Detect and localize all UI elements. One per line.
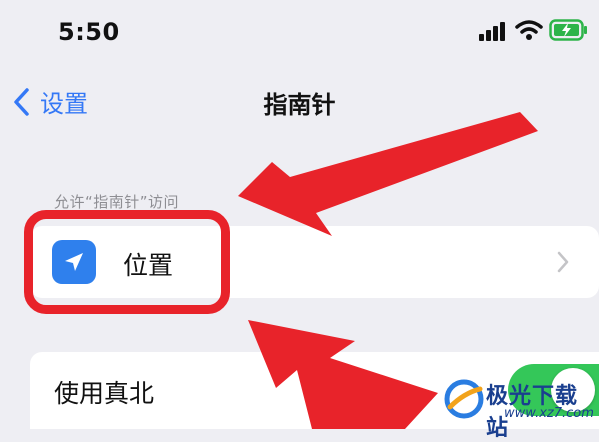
watermark-logo-icon — [444, 379, 484, 419]
status-bar: 5:50 — [0, 0, 599, 62]
upper-arrow — [238, 112, 538, 236]
location-row[interactable]: 位置 — [30, 226, 599, 298]
location-arrow-icon — [52, 240, 96, 284]
battery-charging-icon — [549, 19, 587, 41]
location-label: 位置 — [123, 251, 174, 280]
navigation-bar: 设置 指南针 — [0, 80, 599, 125]
watermark-url: www.xz7.com — [504, 406, 594, 421]
page-title: 指南针 — [263, 91, 336, 119]
chevron-right-icon — [557, 251, 569, 273]
section-header: 允许“指南针”访问 — [54, 193, 180, 211]
cellular-signal-icon — [479, 22, 505, 41]
true-north-label: 使用真北 — [54, 379, 155, 408]
watermark: 极光下载站 www.xz7.com — [444, 376, 599, 441]
wifi-icon — [515, 20, 543, 40]
status-time: 5:50 — [58, 18, 120, 46]
